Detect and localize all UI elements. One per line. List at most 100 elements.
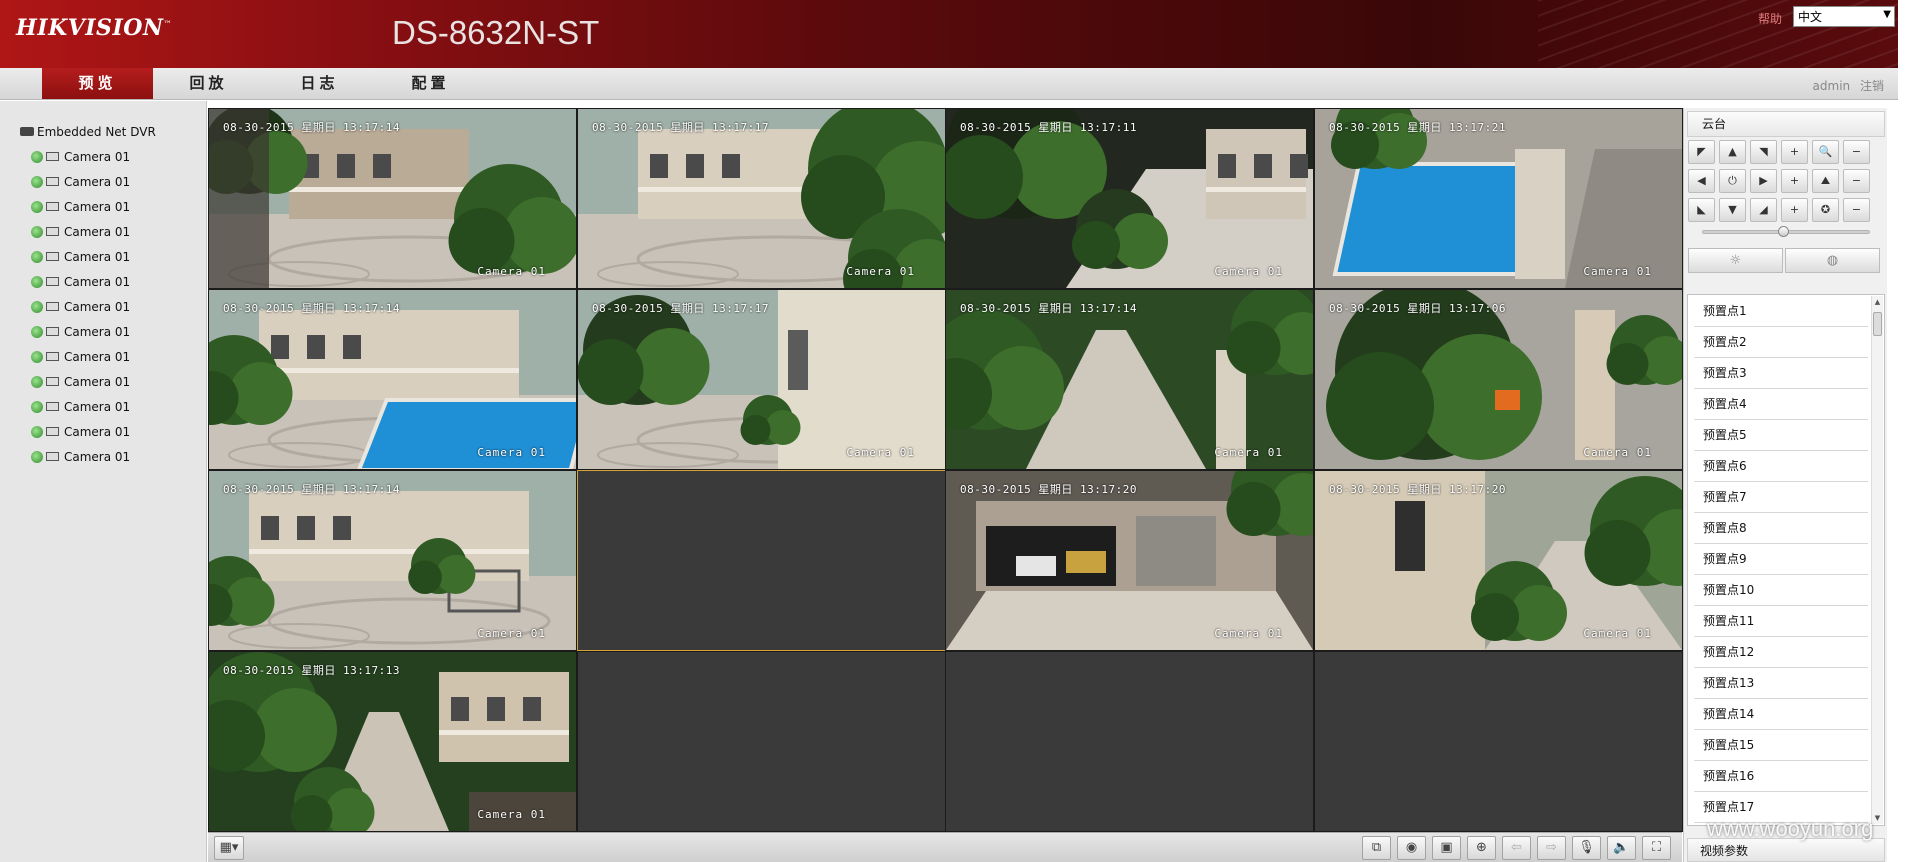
stop-all-icon[interactable]: ⧉: [1362, 836, 1391, 860]
tab-playback[interactable]: 回放: [153, 68, 264, 99]
ptz-up-right-icon[interactable]: ◥: [1750, 140, 1777, 164]
preset-item[interactable]: 预置点7: [1694, 482, 1868, 513]
tree-item-camera[interactable]: Camera 01: [31, 398, 130, 416]
scroll-down-icon[interactable]: ▼: [1872, 812, 1883, 824]
preset-item[interactable]: 预置点11: [1694, 606, 1868, 637]
ptz-up-left-icon[interactable]: ◤: [1688, 140, 1715, 164]
tab-preview[interactable]: 预览: [42, 68, 153, 99]
iris-open-icon[interactable]: +: [1781, 198, 1808, 222]
tab-config[interactable]: 配置: [375, 68, 486, 99]
ptz-up-icon[interactable]: ▲: [1719, 140, 1746, 164]
focus-far-icon[interactable]: −: [1843, 169, 1870, 193]
video-tile[interactable]: 08-30-2015 星期日 13:17:17 Camera 01: [577, 289, 946, 470]
video-tile-empty[interactable]: [945, 651, 1314, 832]
brand-logo: HIKVISION™: [16, 15, 173, 41]
preset-item[interactable]: 预置点12: [1694, 637, 1868, 668]
preset-item[interactable]: 预置点8: [1694, 513, 1868, 544]
video-tile[interactable]: 08-30-2015 星期日 13:17:20 Camera 01: [1314, 470, 1683, 651]
video-tile-empty[interactable]: [577, 651, 946, 832]
camera-label: Camera 01: [64, 450, 131, 464]
tree-item-camera[interactable]: Camera 01: [31, 148, 130, 166]
video-tile[interactable]: 08-30-2015 星期日 13:17:14 Camera 01: [208, 108, 577, 289]
preset-item[interactable]: 预置点14: [1694, 699, 1868, 730]
prev-page-icon[interactable]: ⇦: [1502, 836, 1531, 860]
tree-item-camera[interactable]: Camera 01: [31, 323, 130, 341]
ptz-speed-slider[interactable]: [1702, 226, 1870, 237]
video-tile[interactable]: 08-30-2015 星期日 13:17:14 Camera 01: [208, 470, 577, 651]
tab-log[interactable]: 日志: [264, 68, 375, 99]
tree-item-camera[interactable]: Camera 01: [31, 248, 130, 266]
video-tile[interactable]: 08-30-2015 星期日 13:17:14 Camera 01: [208, 289, 577, 470]
preset-item[interactable]: 预置点13: [1694, 668, 1868, 699]
tree-item-camera[interactable]: Camera 01: [31, 173, 130, 191]
video-tile[interactable]: 08-30-2015 星期日 13:17:21 Camera 01: [1314, 108, 1683, 289]
preset-item[interactable]: 预置点2: [1694, 327, 1868, 358]
camera-icon: [46, 277, 59, 286]
ptz-left-icon[interactable]: ◀: [1688, 169, 1715, 193]
osd-timestamp: 08-30-2015 星期日 13:17:21: [1329, 121, 1506, 134]
logout-link[interactable]: 注销: [1860, 79, 1884, 93]
tree-root-dvr[interactable]: Embedded Net DVR: [20, 123, 156, 141]
user-area: admin 注销: [1807, 77, 1884, 94]
camera-icon: [46, 252, 59, 261]
ptz-right-icon[interactable]: ▶: [1750, 169, 1777, 193]
video-tile[interactable]: 08-30-2015 星期日 13:17:13 Camera 01: [208, 651, 577, 832]
zoom-in-icon[interactable]: +: [1781, 140, 1808, 164]
fullscreen-icon[interactable]: ⛶: [1642, 836, 1671, 860]
video-tile[interactable]: 08-30-2015 星期日 13:17:06 Camera 01: [1314, 289, 1683, 470]
video-tile[interactable]: 08-30-2015 星期日 13:17:17 Camera 01: [577, 108, 946, 289]
tree-item-camera[interactable]: Camera 01: [31, 348, 130, 366]
video-tile-empty[interactable]: [577, 470, 946, 651]
preset-item[interactable]: 预置点3: [1694, 358, 1868, 389]
scroll-up-icon[interactable]: ▲: [1872, 296, 1883, 308]
preset-item[interactable]: 预置点6: [1694, 451, 1868, 482]
zoom-icon[interactable]: ⊕: [1467, 836, 1496, 860]
ptz-down-right-icon[interactable]: ◢: [1750, 198, 1777, 222]
camera-icon: [46, 227, 59, 236]
ptz-down-left-icon[interactable]: ◣: [1688, 198, 1715, 222]
light-icon[interactable]: ☼: [1688, 248, 1783, 273]
tree-item-camera[interactable]: Camera 01: [31, 223, 130, 241]
language-selected-value: 中文: [1798, 10, 1823, 24]
tree-item-camera[interactable]: Camera 01: [31, 298, 130, 316]
preset-item[interactable]: 预置点16: [1694, 761, 1868, 792]
preset-item[interactable]: 预置点9: [1694, 544, 1868, 575]
next-page-icon[interactable]: ⇨: [1537, 836, 1566, 860]
focus-near-icon[interactable]: +: [1781, 169, 1808, 193]
preset-item[interactable]: 预置点15: [1694, 730, 1868, 761]
ptz-speed-thumb[interactable]: [1777, 226, 1789, 237]
camera-label: Camera 01: [64, 175, 131, 189]
osd-camera-label: Camera 01: [1583, 265, 1652, 278]
tree-item-camera[interactable]: Camera 01: [31, 448, 130, 466]
preset-item[interactable]: 预置点5: [1694, 420, 1868, 451]
volume-icon[interactable]: 🔈: [1607, 836, 1636, 860]
preset-item[interactable]: 预置点1: [1694, 296, 1868, 327]
preset-scrollbar[interactable]: ▲ ▼: [1871, 296, 1883, 824]
video-tile[interactable]: 08-30-2015 星期日 13:17:14 Camera 01: [945, 289, 1314, 470]
language-select[interactable]: 中文 ▼: [1793, 6, 1895, 27]
zoom-out-icon[interactable]: −: [1843, 140, 1870, 164]
video-tile-empty[interactable]: [1314, 651, 1683, 832]
tree-item-camera[interactable]: Camera 01: [31, 423, 130, 441]
preset-item[interactable]: 预置点4: [1694, 389, 1868, 420]
ptz-header[interactable]: 云台: [1687, 111, 1885, 137]
snapshot-icon[interactable]: ◉: [1397, 836, 1426, 860]
camera-label: Camera 01: [64, 200, 131, 214]
tree-item-camera[interactable]: Camera 01: [31, 273, 130, 291]
focus-icon: ⛰: [1812, 169, 1839, 193]
layout-grid-icon[interactable]: ▦▾: [214, 836, 244, 860]
camera-icon: [46, 377, 59, 386]
microphone-icon[interactable]: 🎙: [1572, 836, 1601, 860]
iris-close-icon[interactable]: −: [1843, 198, 1870, 222]
video-tile[interactable]: 08-30-2015 星期日 13:17:11 Camera 01: [945, 108, 1314, 289]
tree-item-camera[interactable]: Camera 01: [31, 373, 130, 391]
scroll-thumb[interactable]: [1873, 312, 1882, 336]
preset-item[interactable]: 预置点10: [1694, 575, 1868, 606]
wiper-icon[interactable]: ◍: [1785, 248, 1880, 273]
video-tile[interactable]: 08-30-2015 星期日 13:17:20 Camera 01: [945, 470, 1314, 651]
record-icon[interactable]: ▣: [1432, 836, 1461, 860]
ptz-auto-icon[interactable]: ⏻: [1719, 169, 1746, 193]
tree-item-camera[interactable]: Camera 01: [31, 198, 130, 216]
help-link[interactable]: 帮助: [1758, 10, 1782, 27]
ptz-down-icon[interactable]: ▼: [1719, 198, 1746, 222]
